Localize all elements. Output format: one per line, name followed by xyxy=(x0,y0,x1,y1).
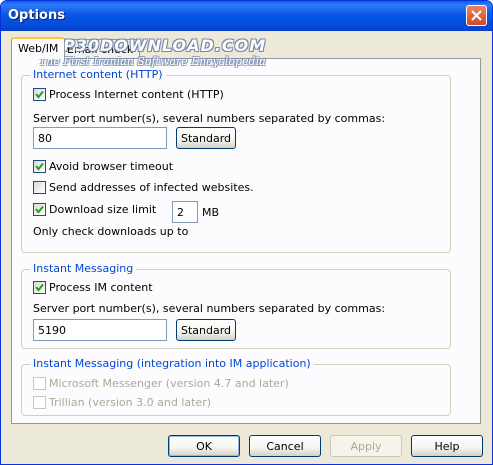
send-addresses-checkbox[interactable] xyxy=(33,181,46,194)
process-im-label: Process IM content xyxy=(49,281,153,294)
cancel-button[interactable]: Cancel xyxy=(249,435,321,457)
apply-label: Apply xyxy=(350,440,382,453)
internet-content-legend: Internet content (HTTP) xyxy=(30,68,166,81)
internet-port-value: 80 xyxy=(38,132,52,145)
im-port-value: 5190 xyxy=(38,324,66,337)
check-icon xyxy=(35,90,44,99)
im-standard-button[interactable]: Standard xyxy=(176,319,236,341)
process-internet-checkbox[interactable] xyxy=(33,88,46,101)
im-standard-label: Standard xyxy=(180,324,232,337)
help-button[interactable]: Help xyxy=(411,435,483,457)
avoid-timeout-checkbox[interactable] xyxy=(33,160,46,173)
check-icon xyxy=(35,162,44,171)
watermark-logo: P30DOWNLOAD.COM xyxy=(63,36,267,55)
avoid-timeout-label: Avoid browser timeout xyxy=(49,160,174,173)
check-icon xyxy=(35,283,44,292)
internet-port-input[interactable]: 80 xyxy=(33,127,167,149)
process-im-checkbox[interactable] xyxy=(33,281,46,294)
trillian-checkbox[interactable] xyxy=(33,396,46,409)
download-limit-input[interactable]: 2 xyxy=(172,201,198,223)
close-icon xyxy=(471,10,482,21)
im-integration-legend: Instant Messaging (integration into IM a… xyxy=(30,357,314,370)
messenger-label: Microsoft Messenger (version 4.7 and lat… xyxy=(49,377,289,390)
process-internet-label: Process Internet content (HTTP) xyxy=(49,88,224,101)
download-limit-value: 2 xyxy=(177,206,184,219)
title-bar[interactable]: Options xyxy=(1,1,492,31)
download-limit-label: Download size limit xyxy=(49,203,157,216)
download-limit-checkbox[interactable] xyxy=(33,203,46,216)
instant-messaging-legend: Instant Messaging xyxy=(30,262,137,275)
only-check-label: Only check downloads up to xyxy=(33,225,189,238)
im-port-label: Server port number(s), several numbers s… xyxy=(33,302,386,315)
help-label: Help xyxy=(434,440,460,453)
messenger-checkbox[interactable] xyxy=(33,377,46,390)
apply-button[interactable]: Apply xyxy=(330,435,402,457)
im-port-input[interactable]: 5190 xyxy=(33,319,167,341)
internet-standard-label: Standard xyxy=(180,132,232,145)
tab-web-im[interactable]: Web/IM xyxy=(11,37,66,59)
options-dialog: Options Web/IM Email check P30DOWNLOAD.C… xyxy=(0,0,493,465)
ok-button[interactable]: OK xyxy=(168,435,240,457)
internet-port-label: Server port number(s), several numbers s… xyxy=(33,112,386,125)
window-title: Options xyxy=(8,8,65,23)
trillian-label: Trillian (version 3.0 and later) xyxy=(49,396,212,409)
cancel-label: Cancel xyxy=(266,440,304,453)
internet-standard-button[interactable]: Standard xyxy=(176,127,236,149)
close-button[interactable] xyxy=(466,5,487,26)
send-addresses-label: Send addresses of infected websites. xyxy=(49,181,254,194)
tab-web-im-label: Web/IM xyxy=(18,42,59,55)
watermark-tagline: The First Iranian Software Encyclopedia xyxy=(39,55,266,68)
check-icon xyxy=(35,205,44,214)
ok-label: OK xyxy=(196,440,212,453)
download-limit-unit: MB xyxy=(202,206,220,219)
